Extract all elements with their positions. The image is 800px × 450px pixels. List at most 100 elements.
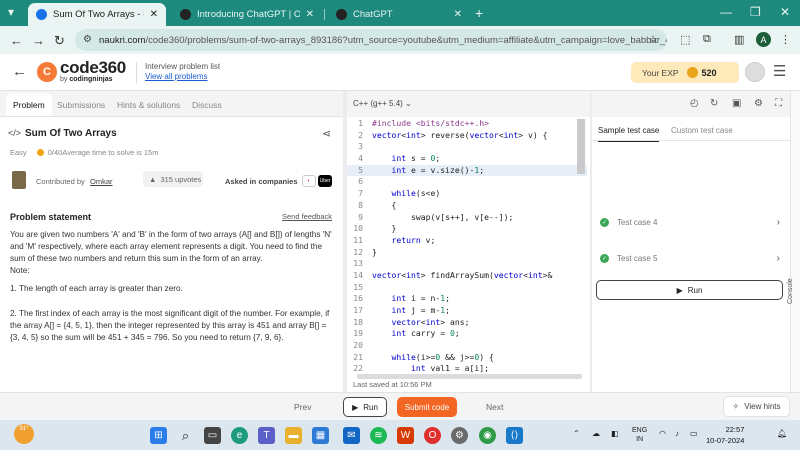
browser-tab-chatgpt[interactable]: ChatGPT ✕ xyxy=(328,3,470,26)
extension-icon[interactable]: ⬚ xyxy=(680,33,690,46)
send-feedback-link[interactable]: Send feedback xyxy=(282,212,332,221)
store-icon[interactable]: ▦ xyxy=(312,427,329,444)
exp-badge[interactable]: Your EXP 520 xyxy=(631,62,739,83)
prev-button[interactable]: Prev xyxy=(294,402,311,412)
minimize-icon[interactable]: — xyxy=(720,5,732,19)
code-line[interactable]: 10 } xyxy=(347,223,587,235)
test-case-item[interactable]: ✓ Test case 4 › xyxy=(600,213,780,231)
address-bar[interactable]: ⚙ naukri.com/code360/problems/sum-of-two… xyxy=(75,29,667,51)
chrome-icon[interactable]: ◉ xyxy=(479,427,496,444)
code-line[interactable]: 9 swap(v[s++], v[e--]); xyxy=(347,212,587,224)
code-line[interactable]: 5 int e = v.size()-1; xyxy=(347,164,587,177)
reset-icon[interactable]: ↻ xyxy=(710,98,718,109)
tab-list-icon[interactable]: ▾ xyxy=(8,5,14,19)
code-editor[interactable]: 1 #include <bits/stdc++.h> 2 vector<int> re… xyxy=(347,118,587,375)
profile-avatar[interactable]: A xyxy=(756,32,771,47)
hamburger-menu-icon[interactable]: ☰ xyxy=(773,62,786,80)
close-window-icon[interactable]: ✕ xyxy=(780,5,790,19)
upvotes-badge[interactable]: ▲ 315 upvotes xyxy=(143,171,203,187)
layout-icon[interactable]: ▣ xyxy=(732,98,741,109)
forward-icon[interactable]: → xyxy=(32,33,45,48)
code-line[interactable]: 14 vector<int> findArraySum(vector<int>& xyxy=(347,270,587,282)
close-tab-icon[interactable]: ✕ xyxy=(448,9,462,20)
windows-start-icon[interactable]: ⊞ xyxy=(150,427,167,444)
test-case-item[interactable]: ✓ Test case 5 › xyxy=(600,249,780,267)
spotify-icon[interactable]: ≋ xyxy=(370,427,387,444)
volume-icon[interactable]: ♪ xyxy=(675,429,679,438)
site-info-icon[interactable]: ⚙ xyxy=(83,34,92,45)
editor-hscrollbar[interactable] xyxy=(357,374,582,379)
notification-bell-icon[interactable]: 🔔︎ xyxy=(777,429,787,438)
code-line[interactable]: 20 xyxy=(347,340,587,352)
code-line[interactable]: 4 int s = 0; xyxy=(347,153,587,165)
file-explorer-icon[interactable]: ▬ xyxy=(285,427,302,444)
opera-icon[interactable]: O xyxy=(424,427,441,444)
language-indicator[interactable]: ENG IN xyxy=(632,426,647,444)
wifi-icon[interactable]: ◠ xyxy=(659,429,666,438)
share-icon[interactable]: ⋖ xyxy=(322,127,331,140)
puzzle-extensions-icon[interactable]: ⧉ xyxy=(703,33,711,46)
settings-app-icon[interactable]: ⚙ xyxy=(451,427,468,444)
code-line[interactable]: 13 xyxy=(347,258,587,270)
code-line[interactable]: 12} xyxy=(347,247,587,259)
close-tab-icon[interactable]: ✕ xyxy=(144,9,158,20)
uber-logo-icon[interactable]: Uber xyxy=(318,175,332,187)
code-line[interactable]: 15 xyxy=(347,282,587,294)
contributor-link[interactable]: Omkar xyxy=(90,177,113,186)
reload-icon[interactable]: ↻ xyxy=(54,33,65,49)
fullscreen-icon[interactable]: ⛶ xyxy=(775,98,782,109)
bookmark-star-icon[interactable]: ☆ xyxy=(648,33,658,46)
timer-icon[interactable]: ◴ xyxy=(690,98,699,109)
browser-tab-problem[interactable]: Sum Of Two Arrays - Naukri Co ✕ xyxy=(28,3,166,26)
view-all-problems-link[interactable]: View all problems xyxy=(145,72,208,81)
tray-overflow-icon[interactable]: ⌃ xyxy=(573,429,580,438)
code-line[interactable]: 1 #include <bits/stdc++.h> xyxy=(347,118,587,130)
vscode-icon[interactable]: ⟨⟩ xyxy=(506,427,523,444)
tab-discuss[interactable]: Discuss xyxy=(192,100,222,110)
code-line[interactable]: 16 int i = n-1; xyxy=(347,293,587,305)
code-line[interactable]: 18 vector<int> ans; xyxy=(347,317,587,329)
tab-submissions[interactable]: Submissions xyxy=(57,100,105,110)
tab-custom-test-case[interactable]: Custom test case xyxy=(671,126,733,135)
run-test-button[interactable]: ▶ Run xyxy=(596,280,783,300)
code-line[interactable]: 7 while(s<e) xyxy=(347,188,587,200)
browser-tab-openai[interactable]: Introducing ChatGPT | OpenAI ✕ xyxy=(172,3,322,26)
language-select[interactable]: C++ (g++ 5.4) ⌄ xyxy=(353,99,412,108)
code-line[interactable]: 2 vector<int> reverse(vector<int> v) { xyxy=(347,130,587,142)
code-line[interactable]: 19 int carry = 0; xyxy=(347,328,587,340)
console-drawer[interactable] xyxy=(790,91,800,420)
run-button[interactable]: ▶ Run xyxy=(343,397,387,417)
back-icon[interactable]: ← xyxy=(10,33,23,48)
logo-text[interactable]: code360 xyxy=(60,58,126,78)
company-logo-icon[interactable]: ◐ xyxy=(302,175,316,187)
code-line[interactable]: 17 int j = m-1; xyxy=(347,305,587,317)
settings-gear-icon[interactable]: ⚙ xyxy=(754,98,763,109)
view-hints-button[interactable]: ✧ View hints xyxy=(723,396,790,417)
edge-browser-icon[interactable]: e xyxy=(231,427,248,444)
back-arrow-icon[interactable]: ← xyxy=(12,63,27,80)
user-avatar[interactable] xyxy=(745,62,765,82)
mail-icon[interactable]: ✉ xyxy=(343,427,360,444)
tab-hints-solutions[interactable]: Hints & solutions xyxy=(117,100,180,110)
search-icon[interactable]: ⌕ xyxy=(177,427,194,444)
close-tab-icon[interactable]: ✕ xyxy=(300,9,314,20)
weather-widget[interactable]: 91° xyxy=(14,424,34,444)
cloud-icon[interactable]: ☁ xyxy=(592,429,600,438)
code360-logo-icon[interactable]: C xyxy=(37,62,57,82)
task-view-icon[interactable]: ▭ xyxy=(204,427,221,444)
office-icon[interactable]: W xyxy=(397,427,414,444)
console-label[interactable]: Console xyxy=(787,278,794,304)
browser-menu-icon[interactable]: ⋮ xyxy=(780,33,791,46)
code-line[interactable]: 11 return v; xyxy=(347,235,587,247)
new-tab-icon[interactable]: + xyxy=(475,5,483,21)
code-line[interactable]: 21 while(i>=0 && j>=0) { xyxy=(347,352,587,364)
submit-code-button[interactable]: Submit code xyxy=(397,397,457,417)
tab-problem[interactable]: Problem xyxy=(6,93,52,116)
next-button[interactable]: Next xyxy=(486,402,503,412)
battery-saver-icon[interactable]: ◧ xyxy=(611,429,619,438)
code-line[interactable]: 6 xyxy=(347,176,587,188)
code-line[interactable]: 3 xyxy=(347,141,587,153)
teams-icon[interactable]: T xyxy=(258,427,275,444)
maximize-icon[interactable]: ❐ xyxy=(750,5,761,19)
system-clock[interactable]: 22:57 10-07-2024 xyxy=(706,424,744,446)
